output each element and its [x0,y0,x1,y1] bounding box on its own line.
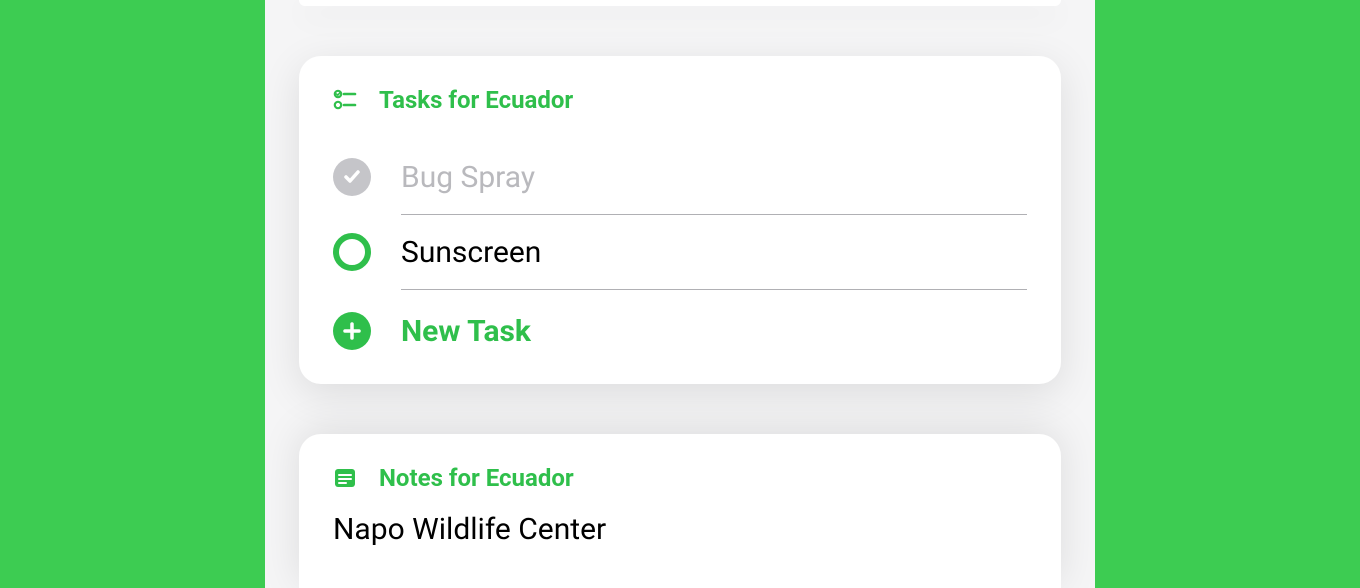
task-row[interactable]: Bug Spray [333,140,1027,214]
tasks-icon [333,88,357,112]
tasks-card: Tasks for Ecuador Bug Spray Sunscreen [299,56,1061,384]
app-container: Tasks for Ecuador Bug Spray Sunscreen [265,0,1095,588]
task-label: Bug Spray [401,160,1027,195]
notes-card-title: Notes for Ecuador [379,464,574,492]
task-checkbox-open[interactable] [333,233,371,271]
tasks-card-header: Tasks for Ecuador [333,86,1027,114]
notes-icon [333,466,357,490]
new-task-button[interactable]: New Task [333,290,1027,350]
plus-icon [333,312,371,350]
notes-card-header: Notes for Ecuador [333,464,1027,492]
task-checkbox-completed[interactable] [333,158,371,196]
task-label: Sunscreen [401,235,1027,270]
task-row[interactable]: Sunscreen [333,215,1027,289]
notes-card: Notes for Ecuador Napo Wildlife Center [299,434,1061,588]
partial-card-top [299,0,1061,6]
note-text[interactable]: Napo Wildlife Center [333,512,1027,547]
new-task-label: New Task [401,314,531,349]
tasks-card-title: Tasks for Ecuador [379,86,573,114]
